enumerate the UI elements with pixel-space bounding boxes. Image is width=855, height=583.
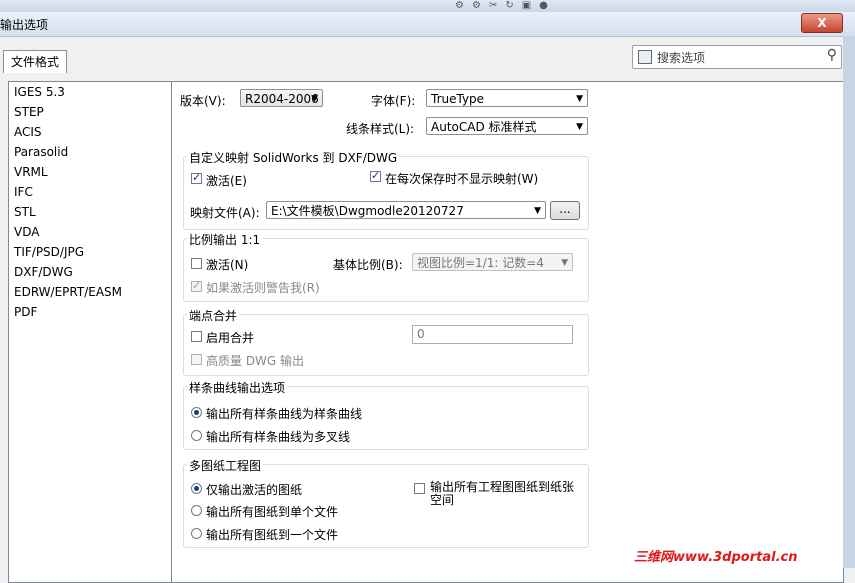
format-item[interactable]: STL [9, 202, 171, 222]
all-sheets-one-file-radio[interactable] [191, 528, 202, 539]
font-select[interactable]: TrueType ▼ [426, 89, 588, 107]
toolbar-icon[interactable]: ✂ [489, 0, 497, 11]
toolbar-icon[interactable]: ▣ [522, 0, 531, 11]
enable-merge-checkbox[interactable] [191, 331, 202, 342]
all-sheets-one-file-label: 输出所有图纸到一个文件 [206, 528, 339, 542]
chevron-down-icon: ▼ [311, 94, 318, 104]
no-show-map-checkbox[interactable] [370, 169, 381, 182]
scale-activate-checkbox[interactable] [191, 258, 202, 269]
format-item[interactable]: VDA [9, 222, 171, 242]
format-item[interactable]: STEP [9, 102, 171, 122]
spline-as-polyline-radio[interactable] [191, 430, 202, 441]
spline-as-spline-label: 输出所有样条曲线为样条曲线 [206, 407, 363, 421]
paper-space-checkbox[interactable] [414, 483, 425, 494]
map-file-value: E:\文件模板\Dwgmodle20120727 [271, 204, 464, 218]
format-item[interactable]: Parasolid [9, 142, 171, 162]
format-item[interactable]: PDF [9, 302, 171, 322]
warn-label: 如果激活则警告我(R) [206, 281, 320, 295]
custom-map-activate-label: 激活(E) [206, 174, 247, 188]
close-button[interactable]: X [801, 13, 843, 33]
search-placeholder: 搜索选项 [657, 51, 706, 65]
toolbar-icon[interactable]: ⚙ [455, 0, 464, 11]
dialog-title: 输出选项 [0, 18, 49, 32]
format-item[interactable]: IGES 5.3 [9, 82, 171, 102]
version-value: R2004-2006 [245, 92, 319, 106]
format-list: IGES 5.3 STEP ACIS Parasolid VRML IFC STL VDA TI… [8, 81, 172, 583]
chevron-down-icon: ▼ [561, 258, 568, 268]
toolbar-icon[interactable]: ● [539, 0, 548, 11]
search-icon[interactable]: ⚲ [827, 47, 837, 63]
map-file-select[interactable]: E:\文件模板\Dwgmodle20120727 ▼ [266, 201, 546, 219]
format-item[interactable]: TIF/PSD/JPG [9, 242, 171, 262]
format-item[interactable]: VRML [9, 162, 171, 182]
spline-as-spline-radio[interactable] [191, 407, 202, 418]
scale-output-title: 比例输出 1:1 [187, 231, 263, 248]
all-sheets-single-file-radio[interactable] [191, 505, 202, 516]
multisheet-title: 多图纸工程图 [187, 457, 264, 474]
tab-file-format[interactable]: 文件格式 [3, 50, 67, 73]
format-item[interactable]: ACIS [9, 122, 171, 142]
no-show-map-label: 在每次保存时不显示映射(W) [385, 172, 539, 186]
font-value: TrueType [431, 92, 485, 106]
format-item[interactable]: EDRW/EPRT/EASM [9, 282, 171, 302]
font-label: 字体(F): [371, 94, 416, 108]
toolbar-icon[interactable]: ↻ [505, 0, 513, 11]
custom-map-activate-checkbox[interactable] [191, 171, 202, 184]
merge-title: 端点合并 [187, 307, 240, 324]
version-select[interactable]: R2004-2006 ▼ [240, 89, 323, 107]
warn-checkbox[interactable] [191, 279, 202, 292]
chevron-down-icon: ▼ [576, 122, 583, 132]
active-sheet-only-radio[interactable] [191, 483, 202, 494]
dialog-title-bar: 输出选项 X [0, 12, 855, 37]
paper-space-label: 输出所有工程图图纸到纸张 空间 [430, 481, 574, 507]
map-file-label: 映射文件(A): [190, 206, 260, 220]
search-box[interactable]: 搜索选项 ⚲ [632, 45, 842, 69]
custom-map-title: 自定义映射 SolidWorks 到 DXF/DWG [187, 149, 400, 166]
paper-space-label-line2: 空间 [430, 493, 455, 507]
scale-activate-label: 激活(N) [206, 258, 249, 272]
base-scale-value: 视图比例=1/1: 记数=4 [417, 256, 544, 270]
hq-dwg-checkbox[interactable] [191, 354, 202, 365]
hq-dwg-label: 高质量 DWG 输出 [206, 354, 305, 368]
browse-button[interactable]: ... [550, 201, 580, 220]
spline-as-polyline-label: 输出所有样条曲线为多叉线 [206, 430, 351, 444]
options-list-icon [638, 50, 652, 64]
line-style-label: 线条样式(L): [346, 122, 415, 136]
toolbar-icon[interactable]: ⚙ [472, 0, 481, 11]
top-toolbar-strip: ⚙ ⚙ ✂ ↻ ▣ ● [0, 0, 855, 12]
chevron-down-icon: ▼ [534, 206, 541, 216]
all-sheets-single-file-label: 输出所有图纸到单个文件 [206, 505, 339, 519]
format-item[interactable]: IFC [9, 182, 171, 202]
paper-space-label-line1: 输出所有工程图图纸到纸张 [430, 480, 575, 494]
spline-title: 样条曲线输出选项 [187, 379, 288, 396]
toolbar-icons: ⚙ ⚙ ✂ ↻ ▣ ● [455, 0, 548, 11]
merge-tolerance-input[interactable]: 0 [412, 325, 573, 344]
enable-merge-label: 启用合并 [206, 331, 255, 345]
format-item[interactable]: DXF/DWG [9, 262, 171, 282]
active-sheet-only-label: 仅输出激活的图纸 [206, 483, 303, 497]
line-style-select[interactable]: AutoCAD 标准样式 ▼ [426, 117, 588, 135]
chevron-down-icon: ▼ [576, 94, 583, 104]
version-label: 版本(V): [180, 94, 226, 108]
base-scale-label: 基体比例(B): [333, 258, 403, 272]
base-scale-select[interactable]: 视图比例=1/1: 记数=4 ▼ [412, 253, 573, 271]
line-style-value: AutoCAD 标准样式 [431, 120, 537, 134]
window-edge [843, 36, 855, 568]
watermark: 三维网www.3dportal.cn [634, 550, 798, 565]
